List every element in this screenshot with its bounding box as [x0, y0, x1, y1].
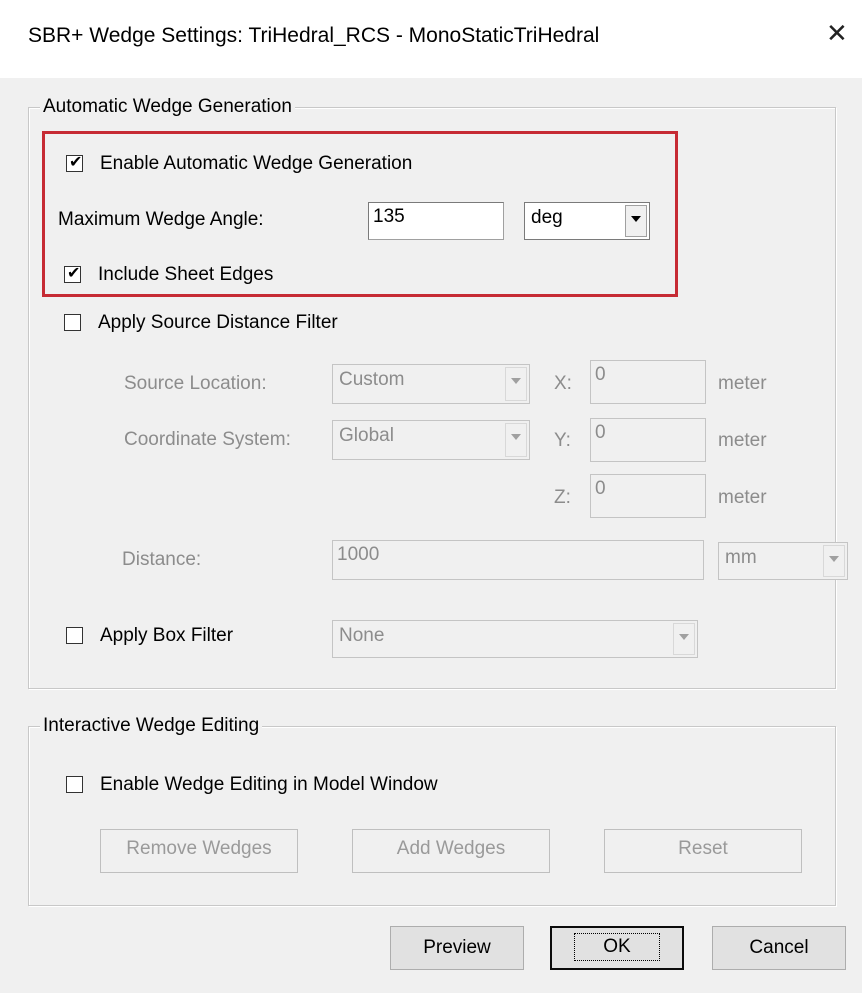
dialog-title: SBR+ Wedge Settings: TriHedral_RCS - Mon… [28, 24, 600, 47]
check-icon: ✔ [67, 265, 81, 282]
chevron-down-icon[interactable] [625, 205, 647, 237]
angle-unit-value: deg [531, 207, 563, 228]
z-input[interactable]: 0 [590, 474, 706, 518]
remove-wedges-button[interactable]: Remove Wedges [100, 829, 298, 873]
interactive-wedge-group [28, 726, 836, 906]
title-bar: SBR+ Wedge Settings: TriHedral_RCS - Mon… [0, 0, 862, 78]
angle-unit-select[interactable]: deg [524, 202, 650, 240]
enable-auto-wedge-label[interactable]: Enable Automatic Wedge Generation [100, 153, 412, 175]
distance-unit-select[interactable]: mm [718, 542, 848, 580]
y-input[interactable]: 0 [590, 418, 706, 462]
check-icon: ✔ [69, 154, 83, 171]
box-filter-value: None [339, 625, 385, 646]
x-unit-label: meter [718, 373, 767, 394]
chevron-down-icon[interactable] [673, 623, 695, 655]
max-wedge-angle-label: Maximum Wedge Angle: [58, 209, 264, 230]
z-unit-label: meter [718, 487, 767, 508]
source-location-value: Custom [339, 369, 405, 390]
box-filter-select[interactable]: None [332, 620, 698, 658]
box-filter-checkbox[interactable] [66, 627, 83, 644]
ok-button[interactable]: OK [550, 926, 684, 970]
source-location-select[interactable]: Custom [332, 364, 530, 404]
y-unit-label: meter [718, 430, 767, 451]
source-distance-filter-checkbox[interactable] [64, 314, 81, 331]
chevron-down-icon[interactable] [505, 423, 527, 457]
source-location-label: Source Location: [124, 373, 267, 394]
add-wedges-button[interactable]: Add Wedges [352, 829, 550, 873]
source-distance-filter-label[interactable]: Apply Source Distance Filter [98, 312, 338, 334]
y-label: Y: [554, 430, 571, 451]
coordinate-system-select[interactable]: Global [332, 420, 530, 460]
x-label: X: [554, 373, 572, 394]
close-icon[interactable]: ✕ [826, 20, 848, 46]
box-filter-label[interactable]: Apply Box Filter [100, 625, 233, 647]
wedge-settings-dialog: SBR+ Wedge Settings: TriHedral_RCS - Mon… [0, 0, 862, 993]
chevron-down-icon[interactable] [823, 545, 845, 577]
enable-wedge-editing-checkbox[interactable] [66, 776, 83, 793]
distance-label: Distance: [122, 549, 202, 570]
interactive-wedge-legend: Interactive Wedge Editing [40, 715, 263, 737]
preview-button[interactable]: Preview [390, 926, 524, 970]
auto-wedge-legend: Automatic Wedge Generation [40, 96, 295, 118]
enable-wedge-editing-label[interactable]: Enable Wedge Editing in Model Window [100, 774, 438, 796]
cancel-button[interactable]: Cancel [712, 926, 846, 970]
distance-unit-value: mm [725, 547, 757, 568]
coordinate-system-value: Global [339, 425, 394, 446]
coordinate-system-label: Coordinate System: [124, 429, 291, 450]
include-sheet-edges-checkbox[interactable]: ✔ [64, 265, 81, 283]
enable-auto-wedge-checkbox[interactable]: ✔ [66, 154, 83, 172]
include-sheet-edges-label[interactable]: Include Sheet Edges [98, 264, 273, 286]
reset-button[interactable]: Reset [604, 829, 802, 873]
ok-button-label: OK [574, 933, 660, 961]
distance-input[interactable]: 1000 [332, 540, 704, 580]
x-input[interactable]: 0 [590, 360, 706, 404]
z-label: Z: [554, 487, 571, 508]
max-wedge-angle-input[interactable]: 135 [368, 202, 504, 240]
chevron-down-icon[interactable] [505, 367, 527, 401]
